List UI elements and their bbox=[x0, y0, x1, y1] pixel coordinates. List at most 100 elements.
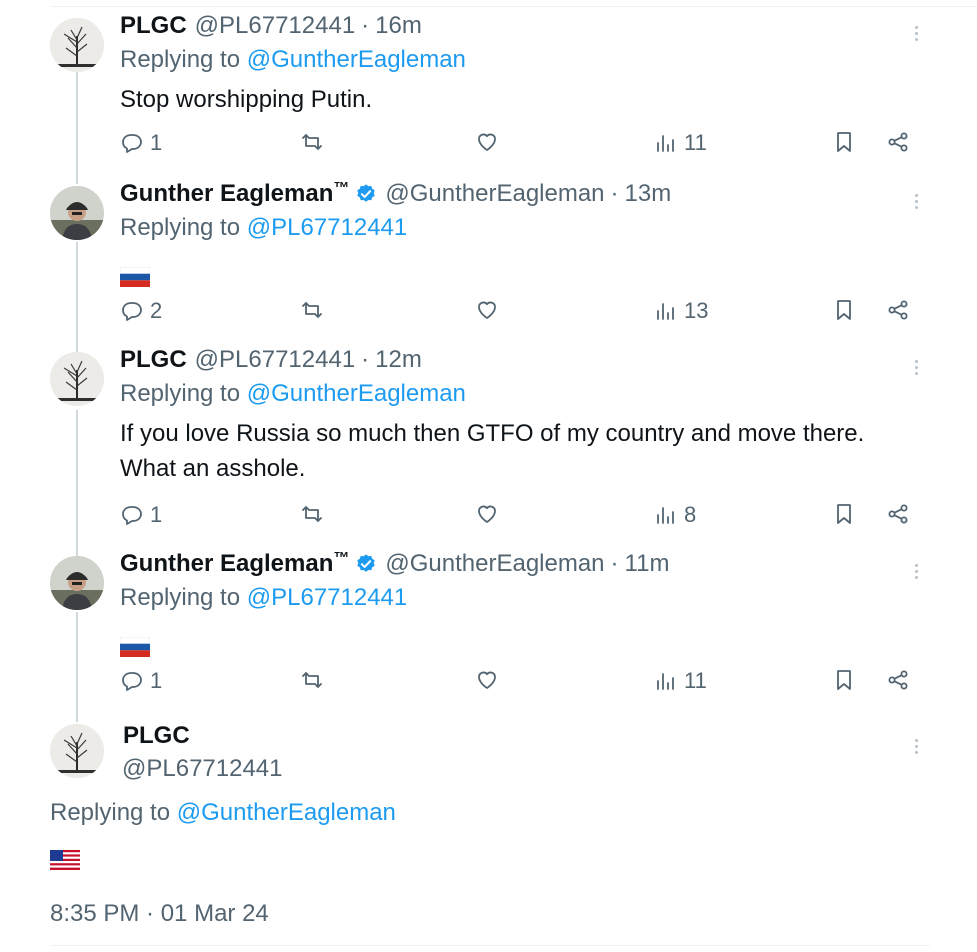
display-name[interactable]: PLGC bbox=[120, 346, 187, 374]
share-button[interactable] bbox=[886, 130, 910, 154]
tweet[interactable]: Gunther Eagleman™ @GuntherEagleman · 13m… bbox=[0, 180, 977, 340]
tweet[interactable]: Gunther Eagleman™ @GuntherEagleman · 11m… bbox=[0, 550, 977, 710]
more-icon[interactable] bbox=[912, 358, 920, 380]
tree-avatar-image bbox=[50, 352, 104, 406]
tweet-timestamp[interactable]: 8:35 PM · 01 Mar 24 bbox=[50, 900, 269, 928]
bookmark-button[interactable] bbox=[832, 298, 856, 322]
views-button[interactable]: 13 bbox=[654, 298, 708, 324]
avatar[interactable] bbox=[50, 724, 104, 778]
mention-link[interactable]: @GuntherEagleman bbox=[177, 799, 396, 826]
like-button[interactable] bbox=[475, 668, 499, 692]
separator-dot: · bbox=[361, 346, 370, 373]
display-name[interactable]: Gunther Eagleman™ bbox=[120, 180, 349, 208]
replying-to-label: Replying to bbox=[50, 799, 177, 826]
avatar[interactable] bbox=[50, 186, 104, 240]
like-button[interactable] bbox=[475, 298, 499, 322]
repost-button[interactable] bbox=[300, 502, 324, 526]
reply-button[interactable]: 2 bbox=[120, 298, 162, 324]
trademark-symbol: ™ bbox=[333, 550, 350, 567]
verified-badge-icon[interactable] bbox=[355, 553, 377, 575]
reply-button[interactable]: 1 bbox=[120, 502, 162, 528]
bookmark-icon bbox=[837, 132, 851, 152]
views-button[interactable]: 8 bbox=[654, 502, 696, 528]
tree-avatar-image bbox=[50, 724, 104, 778]
user-handle[interactable]: @GuntherEagleman bbox=[385, 550, 604, 578]
user-handle[interactable]: @PL67712441 bbox=[122, 755, 283, 783]
tree-avatar-image bbox=[50, 18, 104, 72]
mention-link[interactable]: @PL67712441 bbox=[247, 214, 408, 241]
views-button[interactable]: 11 bbox=[654, 668, 707, 694]
tweet-text bbox=[120, 258, 920, 293]
avatar[interactable] bbox=[50, 352, 104, 406]
views-icon bbox=[657, 303, 674, 320]
verified-badge-icon[interactable] bbox=[355, 183, 377, 205]
heart-icon bbox=[478, 505, 496, 523]
reply-icon bbox=[122, 134, 142, 153]
repost-button[interactable] bbox=[300, 130, 324, 154]
heart-icon bbox=[478, 301, 496, 319]
tweet-time[interactable]: 12m bbox=[375, 346, 422, 374]
profile-photo bbox=[50, 556, 104, 610]
views-button[interactable]: 11 bbox=[654, 130, 707, 156]
reply-button[interactable]: 1 bbox=[120, 668, 162, 694]
reply-icon bbox=[122, 506, 142, 525]
like-button[interactable] bbox=[475, 502, 499, 526]
more-icon[interactable] bbox=[912, 192, 920, 214]
tweet[interactable]: PLGC @PL67712441 · 12m Replying to @Gunt… bbox=[0, 346, 977, 546]
russia-flag-emoji bbox=[120, 266, 150, 287]
replying-to: Replying to @PL67712441 bbox=[120, 584, 407, 612]
display-name[interactable]: Gunther Eagleman™ bbox=[120, 550, 349, 578]
user-handle[interactable]: @PL67712441 bbox=[195, 346, 356, 374]
like-button[interactable] bbox=[475, 130, 499, 154]
reply-icon bbox=[122, 672, 142, 691]
bookmark-button[interactable] bbox=[832, 502, 856, 526]
avatar[interactable] bbox=[50, 556, 104, 610]
tweet-text: Stop worshipping Putin. bbox=[120, 86, 373, 113]
replying-to-label: Replying to bbox=[120, 380, 247, 407]
reply-count: 2 bbox=[150, 298, 163, 323]
russia-flag-emoji bbox=[120, 636, 150, 657]
tweet-time[interactable]: 11m bbox=[625, 550, 670, 578]
action-bar: 1 11 bbox=[120, 668, 920, 698]
user-handle[interactable]: @PL67712441 bbox=[195, 12, 356, 40]
separator-dot: · bbox=[610, 180, 619, 207]
bottom-divider bbox=[50, 945, 930, 946]
replying-to-label: Replying to bbox=[120, 584, 247, 611]
reply-button[interactable]: 1 bbox=[120, 130, 162, 156]
share-button[interactable] bbox=[886, 668, 910, 692]
share-button[interactable] bbox=[886, 298, 910, 322]
more-icon[interactable] bbox=[912, 24, 920, 46]
bookmark-button[interactable] bbox=[832, 668, 856, 692]
tweet-header: PLGC @PL67712441 · 12m bbox=[120, 346, 422, 374]
profile-photo bbox=[50, 186, 104, 240]
tweet[interactable]: PLGC @PL67712441 · 16m Replying to @Gunt… bbox=[0, 12, 977, 172]
tweet-time[interactable]: 13m bbox=[625, 180, 672, 208]
display-name[interactable]: PLGC bbox=[123, 722, 190, 750]
display-name[interactable]: PLGC bbox=[120, 12, 187, 40]
share-button[interactable] bbox=[886, 502, 910, 526]
repost-icon bbox=[302, 302, 322, 318]
replying-to: Replying to @PL67712441 bbox=[120, 214, 407, 242]
tweet-header: PLGC @PL67712441 · 16m bbox=[120, 12, 422, 40]
repost-icon bbox=[302, 134, 322, 150]
view-count: 8 bbox=[684, 502, 697, 527]
mention-link[interactable]: @GuntherEagleman bbox=[247, 46, 466, 73]
reply-count: 1 bbox=[150, 668, 163, 693]
mention-link[interactable]: @PL67712441 bbox=[247, 584, 408, 611]
mention-link[interactable]: @GuntherEagleman bbox=[247, 380, 466, 407]
avatar[interactable] bbox=[50, 18, 104, 72]
action-bar: 2 13 bbox=[120, 298, 920, 328]
more-icon[interactable] bbox=[912, 562, 920, 584]
tweet-time[interactable]: 16m bbox=[375, 12, 422, 40]
views-icon bbox=[657, 135, 674, 152]
repost-button[interactable] bbox=[300, 298, 324, 322]
separator-dot: · bbox=[610, 550, 619, 577]
user-handle[interactable]: @GuntherEagleman bbox=[385, 180, 604, 208]
replying-to-label: Replying to bbox=[120, 46, 247, 73]
repost-button[interactable] bbox=[300, 668, 324, 692]
display-name-text: Gunther Eagleman bbox=[120, 180, 334, 207]
share-icon bbox=[888, 670, 908, 690]
bookmark-button[interactable] bbox=[832, 130, 856, 154]
more-icon[interactable] bbox=[912, 737, 920, 759]
bookmark-icon bbox=[837, 504, 851, 524]
